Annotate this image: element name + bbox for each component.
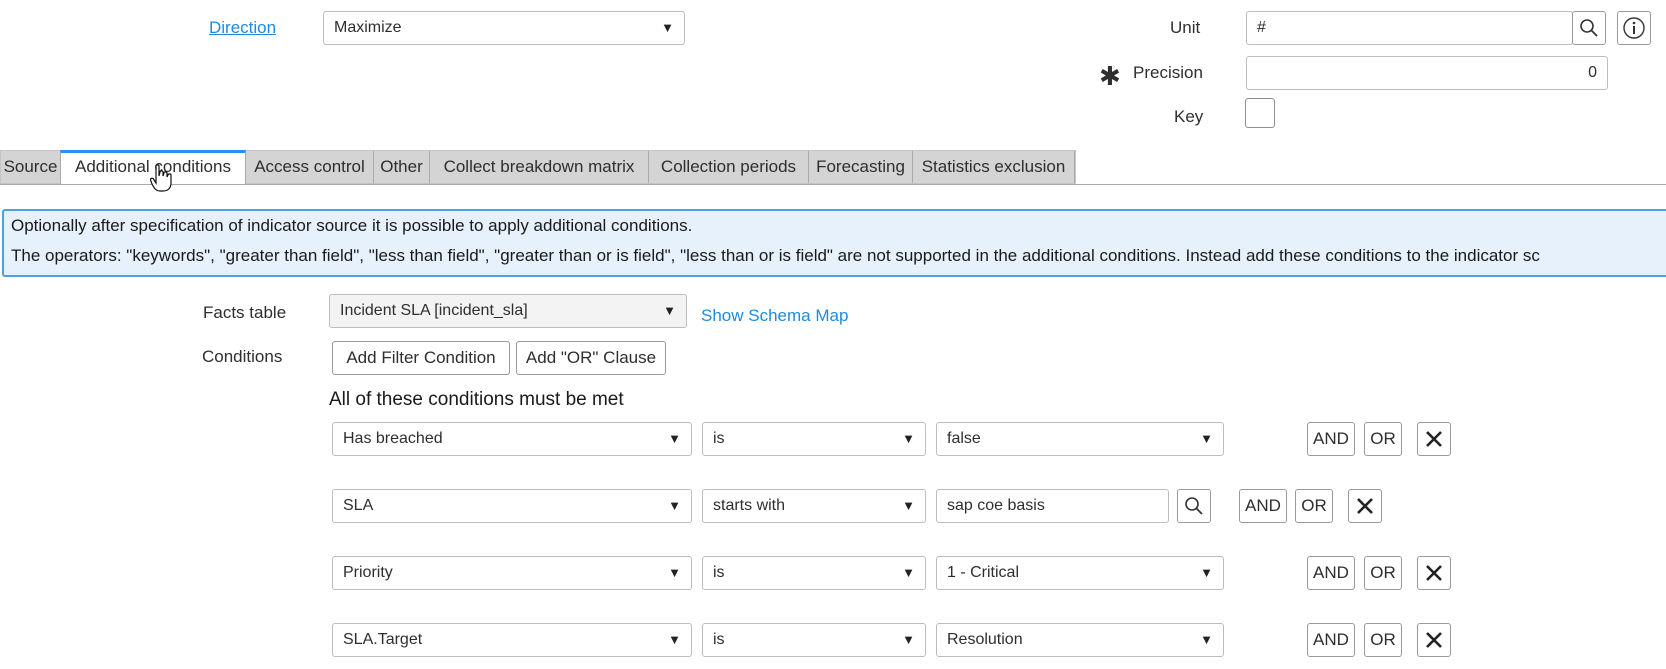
precision-value: 0: [1588, 64, 1597, 81]
key-label: Key: [1174, 107, 1204, 126]
condition-field-value: Has breached: [343, 430, 443, 447]
delete-condition-button[interactable]: [1348, 489, 1382, 523]
facts-table-label: Facts table: [203, 303, 287, 322]
condition-field-value: SLA.Target: [343, 631, 423, 648]
delete-condition-button[interactable]: [1417, 623, 1451, 657]
and-button[interactable]: AND: [1307, 422, 1355, 456]
chevron-down-icon: ▼: [1200, 632, 1213, 647]
condition-value-select[interactable]: 1 - Critical ▼: [936, 556, 1224, 590]
condition-operator-value: starts with: [713, 497, 786, 514]
condition-field-value: SLA: [343, 497, 374, 514]
chevron-down-icon: ▼: [668, 632, 681, 647]
chevron-down-icon: ▼: [668, 431, 681, 446]
delete-condition-button[interactable]: [1417, 556, 1451, 590]
show-schema-map-link[interactable]: Show Schema Map: [701, 306, 848, 326]
chevron-down-icon: ▼: [1200, 431, 1213, 446]
or-button[interactable]: OR: [1364, 556, 1402, 590]
condition-value: 1 - Critical: [947, 564, 1020, 581]
tab-forecasting[interactable]: Forecasting: [809, 151, 913, 183]
condition-value: false: [947, 430, 981, 447]
tab-source[interactable]: Source: [1, 151, 61, 183]
search-icon: [1580, 19, 1598, 37]
condition-value: sap coe basis: [947, 497, 1045, 514]
condition-operator-value: is: [713, 631, 725, 648]
close-icon: [1426, 431, 1442, 447]
info-line-2: The operators: "keywords", "greater than…: [11, 246, 1540, 265]
precision-label: Precision: [1133, 63, 1203, 82]
hand-cursor-icon: [150, 164, 172, 192]
add-filter-condition-button[interactable]: Add Filter Condition: [332, 341, 510, 375]
direction-select[interactable]: Maximize ▼: [323, 11, 685, 45]
conditions-heading: All of these conditions must be met: [329, 389, 624, 410]
unit-label: Unit: [1170, 18, 1201, 37]
unit-lookup-button[interactable]: [1572, 11, 1606, 45]
facts-table-select[interactable]: Incident SLA [incident_sla] ▼: [329, 294, 687, 328]
condition-value: Resolution: [947, 631, 1023, 648]
tab-other[interactable]: Other: [374, 151, 430, 183]
info-message: Optionally after specification of indica…: [2, 209, 1666, 277]
chevron-down-icon: ▼: [902, 431, 915, 446]
direction-link[interactable]: Direction: [209, 18, 276, 38]
info-line-1: Optionally after specification of indica…: [11, 216, 693, 235]
facts-table-value: Incident SLA [incident_sla]: [340, 302, 528, 319]
tab-access-control[interactable]: Access control: [246, 151, 374, 183]
condition-value-select[interactable]: Resolution ▼: [936, 623, 1224, 657]
conditions-label: Conditions: [202, 347, 283, 366]
chevron-down-icon: ▼: [902, 632, 915, 647]
chevron-down-icon: ▼: [902, 498, 915, 513]
add-or-clause-button[interactable]: Add "OR" Clause: [516, 341, 666, 375]
or-button[interactable]: OR: [1364, 623, 1402, 657]
direction-value: Maximize: [334, 19, 402, 36]
chevron-down-icon: ▼: [668, 498, 681, 513]
condition-value-input[interactable]: sap coe basis: [936, 489, 1169, 523]
condition-lookup-button[interactable]: [1177, 489, 1211, 523]
condition-operator-select[interactable]: is ▼: [702, 422, 926, 456]
tab-underline: [0, 184, 1666, 185]
close-icon: [1426, 565, 1442, 581]
chevron-down-icon: ▼: [1200, 565, 1213, 580]
tab-collection-periods[interactable]: Collection periods: [649, 151, 809, 183]
condition-operator-value: is: [713, 430, 725, 447]
close-icon: [1426, 632, 1442, 648]
and-button[interactable]: AND: [1239, 489, 1287, 523]
condition-field-value: Priority: [343, 564, 393, 581]
info-button[interactable]: [1617, 11, 1651, 45]
condition-operator-value: is: [713, 564, 725, 581]
close-icon: [1357, 498, 1373, 514]
chevron-down-icon: ▼: [668, 565, 681, 580]
or-button[interactable]: OR: [1295, 489, 1333, 523]
tab-statistics-exclusion[interactable]: Statistics exclusion: [913, 151, 1075, 183]
unit-value: #: [1257, 19, 1266, 36]
required-icon: ✱: [1099, 61, 1121, 91]
chevron-down-icon: ▼: [663, 303, 676, 318]
or-button[interactable]: OR: [1364, 422, 1402, 456]
chevron-down-icon: ▼: [661, 20, 674, 35]
condition-operator-select[interactable]: is ▼: [702, 623, 926, 657]
condition-field-select[interactable]: SLA ▼: [332, 489, 692, 523]
info-icon: [1623, 17, 1645, 39]
tab-collect-breakdown-matrix[interactable]: Collect breakdown matrix: [430, 151, 649, 183]
condition-field-select[interactable]: SLA.Target ▼: [332, 623, 692, 657]
condition-value-select[interactable]: false ▼: [936, 422, 1224, 456]
unit-input[interactable]: #: [1246, 11, 1573, 45]
and-button[interactable]: AND: [1307, 556, 1355, 590]
condition-field-select[interactable]: Has breached ▼: [332, 422, 692, 456]
search-icon: [1185, 497, 1203, 515]
and-button[interactable]: AND: [1307, 623, 1355, 657]
precision-input[interactable]: 0: [1246, 56, 1608, 90]
delete-condition-button[interactable]: [1417, 422, 1451, 456]
chevron-down-icon: ▼: [902, 565, 915, 580]
key-checkbox[interactable]: [1245, 98, 1275, 128]
condition-operator-select[interactable]: starts with ▼: [702, 489, 926, 523]
condition-operator-select[interactable]: is ▼: [702, 556, 926, 590]
condition-field-select[interactable]: Priority ▼: [332, 556, 692, 590]
